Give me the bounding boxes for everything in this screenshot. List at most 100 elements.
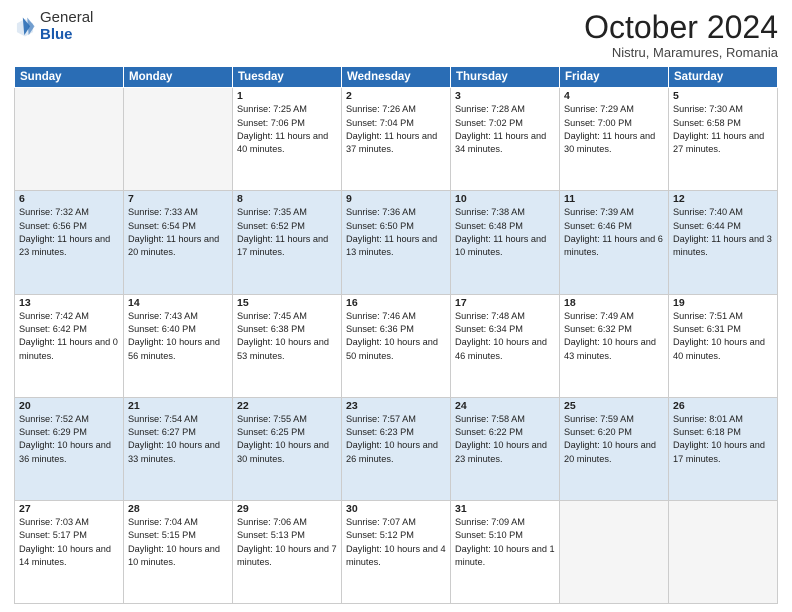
cell-content: Sunrise: 7:30 AM Sunset: 6:58 PM Dayligh…: [673, 103, 773, 156]
day-number: 5: [673, 90, 773, 102]
calendar-table: Sunday Monday Tuesday Wednesday Thursday…: [14, 66, 778, 604]
calendar-week-4: 20Sunrise: 7:52 AM Sunset: 6:29 PM Dayli…: [15, 397, 778, 500]
cell-content: Sunrise: 7:59 AM Sunset: 6:20 PM Dayligh…: [564, 413, 664, 466]
cell-content: Sunrise: 7:26 AM Sunset: 7:04 PM Dayligh…: [346, 103, 446, 156]
calendar-cell: 23Sunrise: 7:57 AM Sunset: 6:23 PM Dayli…: [342, 397, 451, 500]
calendar-cell: 12Sunrise: 7:40 AM Sunset: 6:44 PM Dayli…: [669, 191, 778, 294]
calendar-cell: 8Sunrise: 7:35 AM Sunset: 6:52 PM Daylig…: [233, 191, 342, 294]
calendar-cell: 14Sunrise: 7:43 AM Sunset: 6:40 PM Dayli…: [124, 294, 233, 397]
title-area: October 2024 Nistru, Maramures, Romania: [584, 10, 778, 60]
cell-content: Sunrise: 7:46 AM Sunset: 6:36 PM Dayligh…: [346, 310, 446, 363]
cell-content: Sunrise: 7:49 AM Sunset: 6:32 PM Dayligh…: [564, 310, 664, 363]
day-number: 23: [346, 400, 446, 412]
logo-general: General: [40, 10, 93, 27]
cell-content: Sunrise: 7:04 AM Sunset: 5:15 PM Dayligh…: [128, 516, 228, 569]
calendar-cell: 7Sunrise: 7:33 AM Sunset: 6:54 PM Daylig…: [124, 191, 233, 294]
day-number: 4: [564, 90, 664, 102]
day-number: 27: [19, 503, 119, 515]
cell-content: Sunrise: 7:03 AM Sunset: 5:17 PM Dayligh…: [19, 516, 119, 569]
cell-content: Sunrise: 7:55 AM Sunset: 6:25 PM Dayligh…: [237, 413, 337, 466]
col-thursday: Thursday: [451, 67, 560, 88]
calendar-cell: 17Sunrise: 7:48 AM Sunset: 6:34 PM Dayli…: [451, 294, 560, 397]
day-number: 2: [346, 90, 446, 102]
day-number: 18: [564, 297, 664, 309]
calendar-cell: 24Sunrise: 7:58 AM Sunset: 6:22 PM Dayli…: [451, 397, 560, 500]
calendar-cell: 6Sunrise: 7:32 AM Sunset: 6:56 PM Daylig…: [15, 191, 124, 294]
cell-content: Sunrise: 7:54 AM Sunset: 6:27 PM Dayligh…: [128, 413, 228, 466]
calendar-cell: 20Sunrise: 7:52 AM Sunset: 6:29 PM Dayli…: [15, 397, 124, 500]
calendar-cell: 13Sunrise: 7:42 AM Sunset: 6:42 PM Dayli…: [15, 294, 124, 397]
cell-content: Sunrise: 7:42 AM Sunset: 6:42 PM Dayligh…: [19, 310, 119, 363]
calendar-cell: 25Sunrise: 7:59 AM Sunset: 6:20 PM Dayli…: [560, 397, 669, 500]
location-subtitle: Nistru, Maramures, Romania: [584, 45, 778, 60]
day-number: 28: [128, 503, 228, 515]
cell-content: Sunrise: 7:09 AM Sunset: 5:10 PM Dayligh…: [455, 516, 555, 569]
col-sunday: Sunday: [15, 67, 124, 88]
col-saturday: Saturday: [669, 67, 778, 88]
day-number: 30: [346, 503, 446, 515]
day-number: 14: [128, 297, 228, 309]
cell-content: Sunrise: 7:57 AM Sunset: 6:23 PM Dayligh…: [346, 413, 446, 466]
cell-content: Sunrise: 7:33 AM Sunset: 6:54 PM Dayligh…: [128, 206, 228, 259]
day-number: 17: [455, 297, 555, 309]
cell-content: Sunrise: 7:38 AM Sunset: 6:48 PM Dayligh…: [455, 206, 555, 259]
calendar-cell: 1Sunrise: 7:25 AM Sunset: 7:06 PM Daylig…: [233, 88, 342, 191]
logo: General Blue: [14, 10, 93, 43]
calendar-page: General Blue October 2024 Nistru, Maramu…: [0, 0, 792, 612]
cell-content: Sunrise: 7:39 AM Sunset: 6:46 PM Dayligh…: [564, 206, 664, 259]
day-number: 13: [19, 297, 119, 309]
calendar-cell: 16Sunrise: 7:46 AM Sunset: 6:36 PM Dayli…: [342, 294, 451, 397]
header: General Blue October 2024 Nistru, Maramu…: [14, 10, 778, 60]
day-number: 8: [237, 193, 337, 205]
day-number: 3: [455, 90, 555, 102]
calendar-cell: 26Sunrise: 8:01 AM Sunset: 6:18 PM Dayli…: [669, 397, 778, 500]
cell-content: Sunrise: 7:48 AM Sunset: 6:34 PM Dayligh…: [455, 310, 555, 363]
calendar-cell: [15, 88, 124, 191]
calendar-cell: 27Sunrise: 7:03 AM Sunset: 5:17 PM Dayli…: [15, 500, 124, 603]
logo-text: General Blue: [40, 10, 93, 43]
logo-blue: Blue: [40, 27, 93, 44]
calendar-cell: 3Sunrise: 7:28 AM Sunset: 7:02 PM Daylig…: [451, 88, 560, 191]
calendar-cell: 10Sunrise: 7:38 AM Sunset: 6:48 PM Dayli…: [451, 191, 560, 294]
calendar-cell: 15Sunrise: 7:45 AM Sunset: 6:38 PM Dayli…: [233, 294, 342, 397]
day-number: 11: [564, 193, 664, 205]
cell-content: Sunrise: 7:36 AM Sunset: 6:50 PM Dayligh…: [346, 206, 446, 259]
day-number: 31: [455, 503, 555, 515]
calendar-cell: 11Sunrise: 7:39 AM Sunset: 6:46 PM Dayli…: [560, 191, 669, 294]
calendar-cell: 30Sunrise: 7:07 AM Sunset: 5:12 PM Dayli…: [342, 500, 451, 603]
calendar-cell: 9Sunrise: 7:36 AM Sunset: 6:50 PM Daylig…: [342, 191, 451, 294]
day-number: 25: [564, 400, 664, 412]
cell-content: Sunrise: 7:29 AM Sunset: 7:00 PM Dayligh…: [564, 103, 664, 156]
cell-content: Sunrise: 7:06 AM Sunset: 5:13 PM Dayligh…: [237, 516, 337, 569]
col-tuesday: Tuesday: [233, 67, 342, 88]
col-monday: Monday: [124, 67, 233, 88]
day-number: 19: [673, 297, 773, 309]
month-title: October 2024: [584, 10, 778, 45]
day-number: 12: [673, 193, 773, 205]
day-number: 6: [19, 193, 119, 205]
cell-content: Sunrise: 7:52 AM Sunset: 6:29 PM Dayligh…: [19, 413, 119, 466]
calendar-cell: [124, 88, 233, 191]
calendar-week-2: 6Sunrise: 7:32 AM Sunset: 6:56 PM Daylig…: [15, 191, 778, 294]
cell-content: Sunrise: 7:45 AM Sunset: 6:38 PM Dayligh…: [237, 310, 337, 363]
day-number: 20: [19, 400, 119, 412]
calendar-cell: 29Sunrise: 7:06 AM Sunset: 5:13 PM Dayli…: [233, 500, 342, 603]
day-number: 9: [346, 193, 446, 205]
cell-content: Sunrise: 7:28 AM Sunset: 7:02 PM Dayligh…: [455, 103, 555, 156]
cell-content: Sunrise: 7:32 AM Sunset: 6:56 PM Dayligh…: [19, 206, 119, 259]
day-number: 29: [237, 503, 337, 515]
cell-content: Sunrise: 7:43 AM Sunset: 6:40 PM Dayligh…: [128, 310, 228, 363]
calendar-cell: 19Sunrise: 7:51 AM Sunset: 6:31 PM Dayli…: [669, 294, 778, 397]
calendar-cell: 18Sunrise: 7:49 AM Sunset: 6:32 PM Dayli…: [560, 294, 669, 397]
calendar-cell: 28Sunrise: 7:04 AM Sunset: 5:15 PM Dayli…: [124, 500, 233, 603]
calendar-cell: 22Sunrise: 7:55 AM Sunset: 6:25 PM Dayli…: [233, 397, 342, 500]
logo-icon: [14, 16, 36, 38]
cell-content: Sunrise: 7:25 AM Sunset: 7:06 PM Dayligh…: [237, 103, 337, 156]
day-number: 26: [673, 400, 773, 412]
calendar-cell: 2Sunrise: 7:26 AM Sunset: 7:04 PM Daylig…: [342, 88, 451, 191]
cell-content: Sunrise: 7:07 AM Sunset: 5:12 PM Dayligh…: [346, 516, 446, 569]
calendar-week-5: 27Sunrise: 7:03 AM Sunset: 5:17 PM Dayli…: [15, 500, 778, 603]
day-number: 21: [128, 400, 228, 412]
day-number: 1: [237, 90, 337, 102]
cell-content: Sunrise: 8:01 AM Sunset: 6:18 PM Dayligh…: [673, 413, 773, 466]
